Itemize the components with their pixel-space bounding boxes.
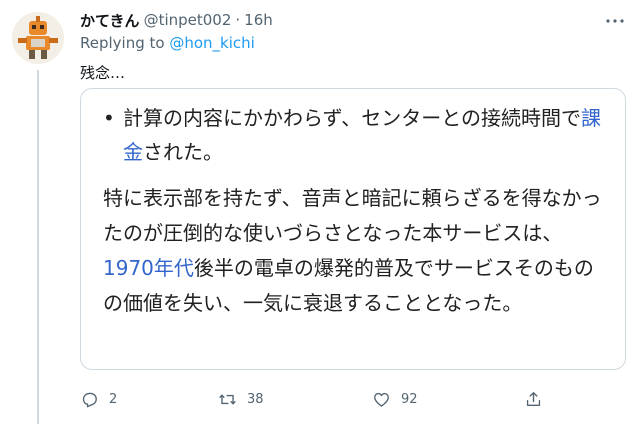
more-icon[interactable]	[603, 10, 627, 32]
thread-line	[37, 70, 39, 424]
link-1970s[interactable]: 1970年代	[103, 256, 194, 280]
separator-dot: ·	[235, 11, 241, 29]
tweet-header: かてきん @tinpet002 · 16h	[80, 10, 273, 30]
reply-icon	[82, 392, 97, 407]
paragraph: 特に表示部を持たず、音声と暗記に頼らざるを得なかったのが圧倒的な使いづらさとなっ…	[103, 181, 608, 321]
reply-mention-link[interactable]: @hon_kichi	[169, 34, 254, 52]
like-count: 92	[401, 391, 418, 407]
quoted-image-card[interactable]: • 計算の内容にかかわらず、センターとの接続時間で課金された。 特に表示部を持た…	[80, 88, 626, 370]
reply-count: 2	[109, 391, 118, 407]
replying-to-label: Replying to	[80, 34, 170, 52]
retweet-icon	[219, 393, 236, 405]
bullet-text-2: された。	[143, 140, 223, 164]
bullet-text-1: 計算の内容にかかわらず、センターとの接続時間で	[123, 106, 581, 130]
reply-button[interactable]: 2	[80, 387, 117, 411]
bullet-text: 計算の内容にかかわらず、センターとの接続時間で課金された。	[123, 101, 603, 169]
display-name[interactable]: かてきん	[80, 10, 140, 31]
user-handle[interactable]: @tinpet002	[144, 11, 232, 29]
retweet-button[interactable]: 38	[218, 387, 264, 411]
avatar-robot-icon	[12, 12, 64, 64]
replying-to: Replying to @hon_kichi	[80, 34, 255, 52]
share-icon	[526, 391, 541, 406]
like-button[interactable]: 92	[372, 387, 418, 411]
heart-icon	[374, 392, 389, 407]
share-button[interactable]	[524, 387, 543, 411]
timestamp[interactable]: 16h	[244, 11, 273, 29]
avatar[interactable]	[12, 12, 64, 64]
action-bar: 2 38 92	[80, 387, 560, 411]
retweet-count: 38	[247, 391, 264, 407]
bullet-mark: •	[103, 106, 115, 130]
tweet-text: 残念…	[80, 64, 126, 82]
paragraph-text-1: 特に表示部を持たず、音声と暗記に頼らざるを得なかったのが圧倒的な使いづらさとなっ…	[103, 186, 602, 245]
